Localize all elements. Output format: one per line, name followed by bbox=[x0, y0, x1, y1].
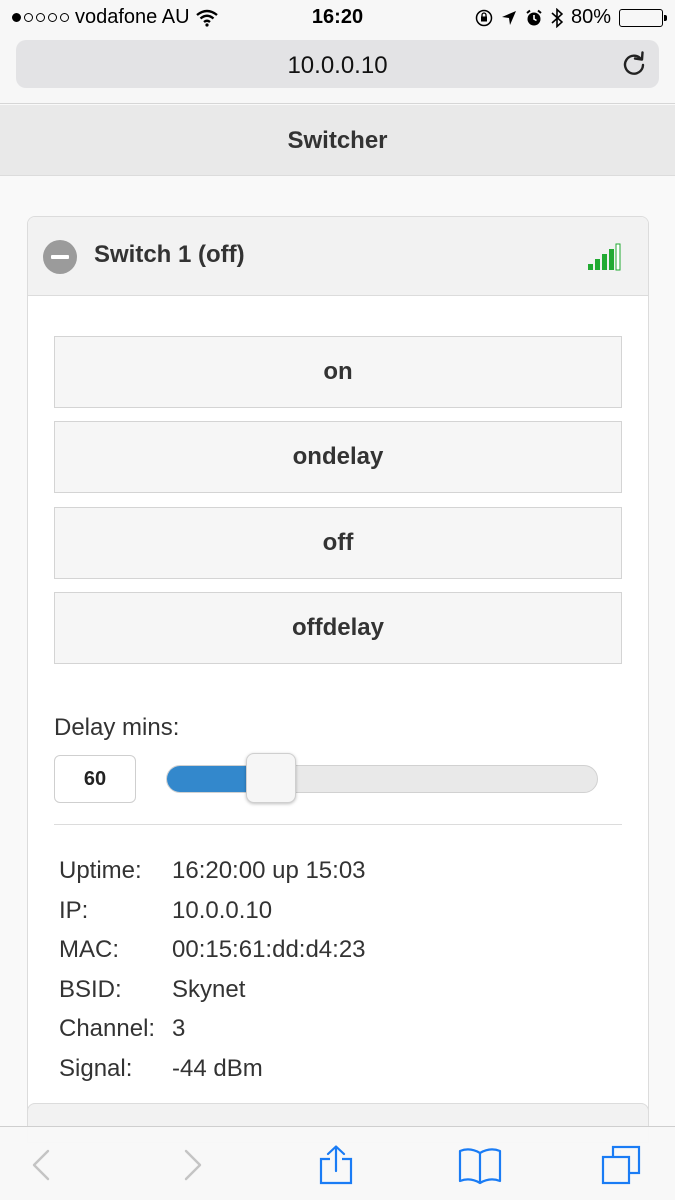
orientation-lock-icon bbox=[475, 9, 493, 26]
switch-title: Switch 1 (off) bbox=[94, 241, 245, 268]
signal-strength-icon bbox=[588, 243, 621, 271]
tabs-icon[interactable] bbox=[601, 1145, 641, 1185]
delay-input[interactable]: 60 bbox=[54, 755, 136, 803]
forward-icon[interactable] bbox=[172, 1145, 212, 1185]
offdelay-button[interactable]: offdelay bbox=[54, 592, 622, 664]
off-button[interactable]: off bbox=[54, 507, 622, 579]
bookmarks-icon[interactable] bbox=[458, 1145, 502, 1185]
ondelay-button[interactable]: ondelay bbox=[54, 421, 622, 493]
info-value: -44 dBm bbox=[172, 1054, 263, 1082]
delay-slider-handle[interactable] bbox=[245, 753, 296, 803]
status-right: 80% bbox=[475, 6, 667, 29]
address-bar[interactable]: 10.0.0.10 bbox=[16, 40, 659, 88]
switch-panel: Switch 1 (off) on ondelay off offdelay D… bbox=[27, 216, 649, 1116]
battery-percent: 80% bbox=[570, 6, 611, 28]
alarm-icon bbox=[526, 9, 542, 25]
battery-icon bbox=[619, 8, 667, 27]
delay-label: Delay mins: bbox=[54, 714, 180, 741]
info-value: 3 bbox=[172, 1015, 186, 1042]
browser-toolbar bbox=[0, 1126, 675, 1200]
back-icon[interactable] bbox=[22, 1145, 62, 1185]
url-text: 10.0.0.10 bbox=[287, 52, 388, 79]
info-value: 16:20:00 up 15:03 bbox=[172, 857, 366, 884]
info-label: Channel: bbox=[59, 1015, 156, 1042]
info-label: Signal: bbox=[59, 1054, 133, 1082]
address-bar-area: 10.0.0.10 bbox=[0, 34, 675, 104]
switch-panel-header[interactable]: Switch 1 (off) bbox=[28, 217, 648, 296]
info-label: Uptime: bbox=[59, 857, 142, 884]
info-label: MAC: bbox=[59, 936, 119, 963]
reload-icon[interactable] bbox=[621, 51, 647, 77]
location-icon bbox=[501, 10, 516, 25]
status-bar: vodafone AU 16:20 80% bbox=[0, 0, 675, 34]
on-button[interactable]: on bbox=[54, 336, 622, 408]
info-label: IP: bbox=[59, 896, 89, 924]
page-title: Switcher bbox=[0, 105, 675, 176]
info-value: 10.0.0.10 bbox=[172, 896, 273, 924]
delay-slider-track[interactable] bbox=[166, 765, 598, 793]
bluetooth-icon bbox=[551, 7, 563, 28]
share-icon[interactable] bbox=[316, 1145, 356, 1185]
info-label: BSID: bbox=[59, 975, 122, 1003]
info-value: Skynet bbox=[172, 975, 246, 1003]
minus-icon[interactable] bbox=[43, 240, 77, 274]
info-value: 00:15:61:dd:d4:23 bbox=[172, 936, 366, 963]
divider bbox=[54, 824, 622, 825]
